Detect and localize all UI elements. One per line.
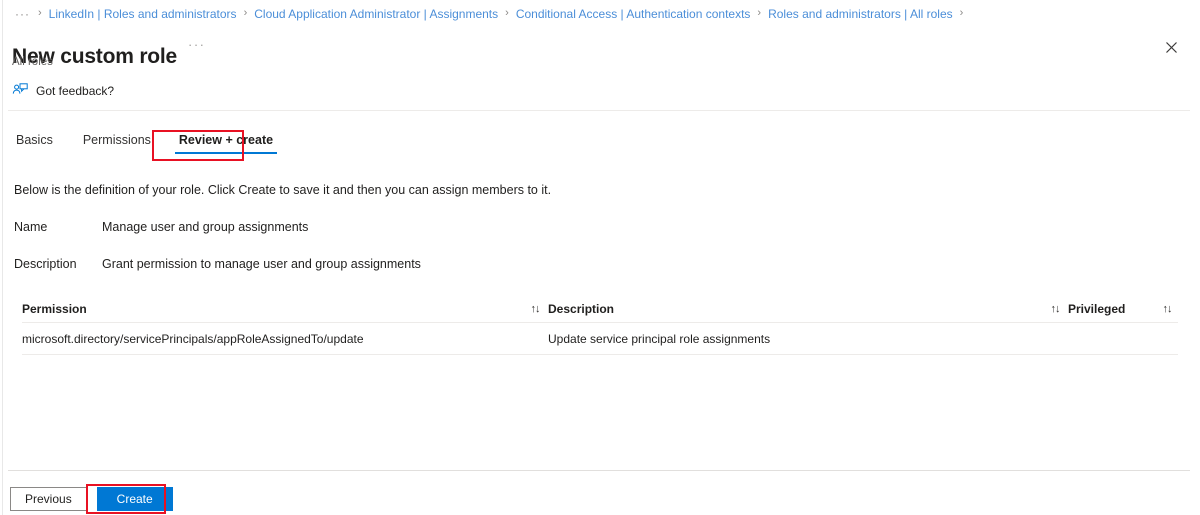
summary-field-name-label: Name (14, 220, 48, 234)
tab-review-create-label: Review + create (178, 133, 274, 147)
page-more-menu-icon[interactable]: ··· (188, 38, 206, 51)
cell-description: Update service principal role assignment… (548, 331, 771, 346)
wizard-tabs: Basics Permissions Review + create (14, 133, 287, 156)
breadcrumb-chevron-icon: › (38, 7, 42, 19)
summary-field-name: Name Manage user and group assignments (14, 220, 308, 234)
create-button[interactable]: Create (96, 487, 173, 511)
summary-field-name-value: Manage user and group assignments (102, 220, 309, 234)
column-header-description[interactable]: Description (548, 302, 1042, 316)
footer-divider (8, 470, 1190, 471)
tab-review-create[interactable]: Review + create (165, 133, 287, 156)
cell-permission: microsoft.directory/servicePrincipals/ap… (22, 331, 364, 346)
tab-basics-label: Basics (16, 133, 53, 147)
tab-permissions[interactable]: Permissions (69, 133, 165, 156)
summary-field-description-label: Description (14, 257, 77, 271)
feedback-person-icon (12, 83, 28, 94)
breadcrumb: ··· › LinkedIn | Roles and administrator… (14, 0, 970, 27)
breadcrumb-overflow-icon[interactable]: ··· (14, 7, 31, 21)
tab-permissions-label: Permissions (82, 133, 151, 147)
breadcrumb-item-linkedin-roles[interactable]: LinkedIn | Roles and administrators (49, 7, 237, 21)
close-icon (1165, 41, 1177, 53)
previous-button[interactable]: Previous (10, 487, 87, 511)
summary-field-description: Description Grant permission to manage u… (14, 257, 421, 271)
permissions-table: Permission ↑↓ Description ↑↓ Privileged … (22, 296, 1178, 355)
breadcrumb-chevron-icon: › (505, 7, 509, 19)
sort-privileged-button[interactable]: ↑↓ (1154, 303, 1180, 315)
sort-permission-button[interactable]: ↑↓ (522, 303, 548, 315)
blade-left-edge (2, 0, 3, 515)
command-bar-divider (8, 110, 1190, 111)
sort-ascending-descending-icon: ↑↓ (1162, 303, 1173, 315)
breadcrumb-item-cloud-app-administrator[interactable]: Cloud Application Administrator | Assign… (254, 7, 498, 21)
sort-ascending-descending-icon: ↑↓ (1050, 303, 1061, 315)
page-subtitle: All roles (12, 56, 53, 68)
sort-ascending-descending-icon: ↑↓ (530, 303, 541, 315)
sort-description-button[interactable]: ↑↓ (1042, 303, 1068, 315)
table-header-row: Permission ↑↓ Description ↑↓ Privileged … (22, 296, 1178, 322)
breadcrumb-item-roles-and-administrators[interactable]: Roles and administrators | All roles (768, 7, 953, 21)
close-blade-button[interactable] (1158, 34, 1184, 60)
breadcrumb-chevron-icon: › (243, 7, 248, 19)
summary-field-description-value: Grant permission to manage user and grou… (102, 257, 421, 271)
tab-basics[interactable]: Basics (14, 133, 69, 156)
breadcrumb-item-conditional-access[interactable]: Conditional Access | Authentication cont… (516, 7, 751, 21)
table-row-divider (22, 354, 1178, 355)
got-feedback-button[interactable]: Got feedback? (12, 83, 114, 98)
column-header-permission[interactable]: Permission (22, 302, 522, 316)
breadcrumb-chevron-icon: › (959, 7, 964, 19)
column-header-privileged[interactable]: Privileged (1068, 302, 1154, 316)
breadcrumb-chevron-icon: › (757, 7, 762, 19)
wizard-footer: Previous Create (10, 487, 173, 511)
table-row[interactable]: microsoft.directory/servicePrincipals/ap… (22, 323, 1178, 354)
got-feedback-label: Got feedback? (36, 83, 115, 98)
review-intro-text: Below is the definition of your role. Cl… (14, 182, 552, 197)
